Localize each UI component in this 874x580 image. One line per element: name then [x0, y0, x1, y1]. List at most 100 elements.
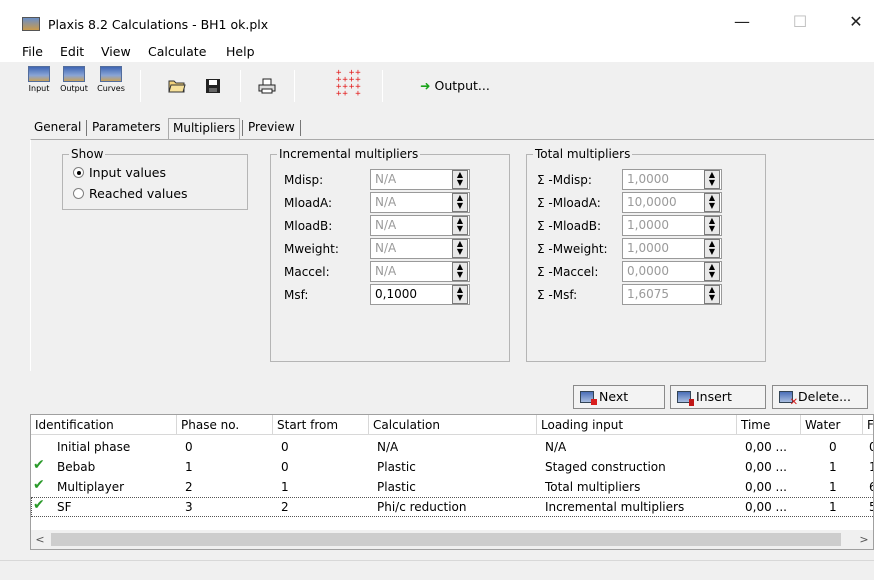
horizontal-scrollbar[interactable]: < >	[31, 530, 873, 549]
total-multiplier-label: Σ -Mdisp:	[537, 173, 592, 187]
menu-file[interactable]: File	[22, 44, 43, 59]
header-time[interactable]: Time	[737, 415, 801, 435]
phase-calculated-check-icon: ✔	[33, 457, 45, 473]
cell-calc: N/A	[377, 440, 399, 454]
tab-divider	[300, 120, 301, 136]
scroll-right-icon[interactable]: >	[855, 530, 873, 549]
input-values-radio[interactable]: Input values	[73, 165, 166, 180]
open-folder-icon[interactable]	[168, 78, 186, 94]
maximize-button[interactable]: ☐	[782, 10, 818, 34]
total-multiplier-row: Σ -Msf: 1,6075 ▲ ▼	[537, 284, 767, 306]
cell-start: 0	[281, 460, 289, 474]
cell-id: Multiplayer	[57, 480, 125, 494]
insert-phase-icon	[677, 391, 694, 406]
cell-start: 2	[281, 500, 289, 514]
cell-start: 0	[281, 440, 289, 454]
table-row[interactable]: ✔ Bebab 1 0 Plastic Staged construction 0,00 .…	[31, 457, 873, 477]
spin-arrows-icon[interactable]: ▲ ▼	[704, 285, 720, 304]
cell-water: 1	[829, 500, 837, 514]
cell-f: 0	[865, 437, 873, 457]
incremental-multiplier-label: Mdisp:	[284, 173, 324, 187]
header-calculation[interactable]: Calculation	[369, 415, 537, 435]
header-identification[interactable]: Identification	[31, 415, 177, 435]
spin-arrows-icon[interactable]: ▲ ▼	[452, 262, 468, 281]
scrollbar-thumb[interactable]	[51, 533, 841, 546]
spin-arrows-icon[interactable]: ▲ ▼	[704, 216, 720, 235]
output-button-label: Output...	[434, 78, 490, 93]
header-loading-input[interactable]: Loading input	[537, 415, 737, 435]
cell-id: Bebab	[57, 460, 96, 474]
cell-time: 0,00 ...	[745, 500, 787, 514]
next-phase-icon	[580, 391, 597, 405]
radio-unselected-icon	[73, 188, 84, 199]
close-button[interactable]: ✕	[838, 10, 874, 34]
spin-arrows-icon[interactable]: ▲ ▼	[452, 170, 468, 189]
total-multiplier-label: Σ -Mweight:	[537, 242, 608, 256]
status-bar	[0, 560, 874, 580]
curves-button[interactable]: Curves	[94, 66, 128, 93]
header-water[interactable]: Water	[801, 415, 863, 435]
menu-help[interactable]: Help	[226, 44, 255, 59]
save-disk-icon[interactable]	[204, 78, 222, 94]
insert-button-label: Insert	[696, 389, 732, 404]
total-multiplier-label: Σ -Maccel:	[537, 265, 599, 279]
menu-view[interactable]: View	[101, 44, 131, 59]
spin-arrows-icon[interactable]: ▲ ▼	[704, 170, 720, 189]
menu-edit[interactable]: Edit	[60, 44, 84, 59]
toolbar-separator	[382, 70, 383, 102]
input-button[interactable]: Input	[24, 66, 54, 93]
curves-button-label: Curves	[97, 84, 125, 93]
green-arrow-icon: ➜	[420, 78, 431, 93]
spin-arrows-icon[interactable]: ▲ ▼	[704, 193, 720, 212]
spin-arrows-icon[interactable]: ▲ ▼	[452, 193, 468, 212]
window-title: Plaxis 8.2 Calculations - BH1 ok.plx	[48, 17, 269, 32]
delete-button-label: Delete...	[798, 389, 851, 404]
spin-arrows-icon[interactable]: ▲ ▼	[452, 239, 468, 258]
cell-time: 0,00 ...	[745, 440, 787, 454]
toolbar-separator	[240, 70, 241, 102]
show-group: Show Input values Reached values	[62, 147, 248, 210]
header-start-from[interactable]: Start from	[273, 415, 369, 435]
tab-divider	[86, 120, 87, 136]
spin-arrows-icon[interactable]: ▲ ▼	[452, 216, 468, 235]
reached-values-radio[interactable]: Reached values	[73, 186, 188, 201]
table-row[interactable]: Initial phase 0 0 N/A N/A 0,00 ... 0 0	[31, 437, 873, 457]
show-group-title: Show	[69, 147, 106, 161]
incremental-multiplier-row: Mweight: N/A ▲ ▼	[284, 238, 514, 260]
minimize-button[interactable]: —	[724, 10, 760, 34]
cell-loading: N/A	[545, 440, 567, 454]
total-multiplier-row: Σ -Maccel: 0,0000 ▲ ▼	[537, 261, 767, 283]
print-icon[interactable]	[258, 78, 276, 94]
tab-multipliers[interactable]: Multipliers	[168, 118, 241, 140]
incremental-multiplier-label: Mweight:	[284, 242, 339, 256]
spin-arrows-icon[interactable]: ▲ ▼	[452, 285, 468, 304]
cell-water: 1	[829, 480, 837, 494]
total-multiplier-row: Σ -Mweight: 1,0000 ▲ ▼	[537, 238, 767, 260]
delete-phase-button[interactable]: Delete...	[772, 385, 868, 409]
table-row[interactable]: ✔ Multiplayer 2 1 Plastic Total multipliers 0,…	[31, 477, 873, 497]
header-phase-no[interactable]: Phase no.	[177, 415, 273, 435]
total-multiplier-label: Σ -MloadB:	[537, 219, 602, 233]
output-program-button[interactable]: Output	[56, 66, 92, 93]
cell-calc: Plastic	[377, 480, 416, 494]
table-row[interactable]: ✔ SF 3 2 Phi/c reduction Incremental multipli…	[31, 497, 873, 517]
reached-values-label: Reached values	[89, 186, 188, 201]
spin-arrows-icon[interactable]: ▲ ▼	[704, 262, 720, 281]
tab-general[interactable]: General	[34, 120, 81, 134]
spin-arrows-icon[interactable]: ▲ ▼	[704, 239, 720, 258]
tab-preview[interactable]: Preview	[248, 120, 295, 134]
cell-phase: 0	[185, 440, 193, 454]
cell-water: 0	[829, 440, 837, 454]
menu-calculate[interactable]: Calculate	[148, 44, 206, 59]
scroll-left-icon[interactable]: <	[31, 530, 49, 549]
select-points-for-curves-icon[interactable]: + ++ ++++ ++++ ++ +	[336, 69, 370, 100]
header-f[interactable]: F	[863, 415, 873, 435]
total-multiplier-row: Σ -MloadB: 1,0000 ▲ ▼	[537, 215, 767, 237]
tab-divider	[242, 120, 243, 136]
cell-loading: Staged construction	[545, 460, 666, 474]
plaxis-app-icon	[22, 17, 40, 31]
next-phase-button[interactable]: Next	[573, 385, 665, 409]
output-button[interactable]: ➜ Output...	[420, 78, 490, 93]
insert-phase-button[interactable]: Insert	[670, 385, 766, 409]
tab-parameters[interactable]: Parameters	[92, 120, 161, 134]
